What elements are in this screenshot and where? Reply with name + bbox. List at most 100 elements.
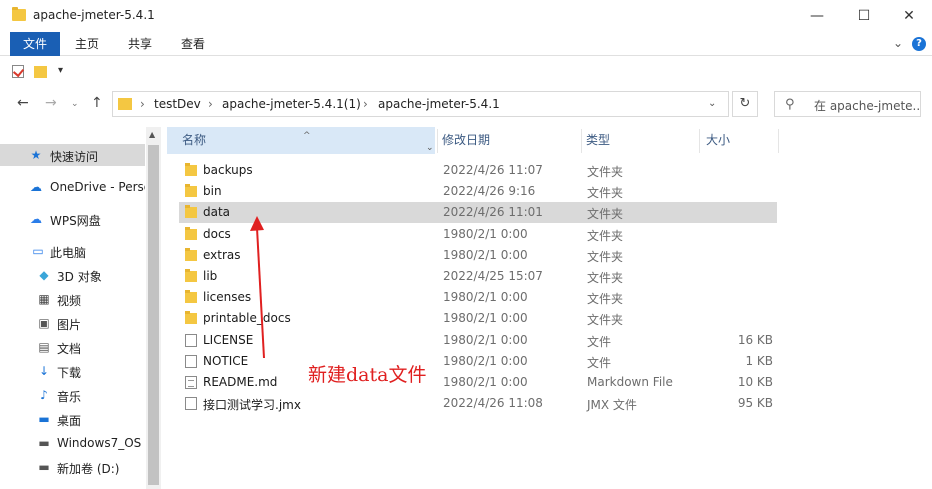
back-button[interactable]: ←: [17, 95, 29, 111]
column-date[interactable]: 修改日期: [440, 127, 580, 154]
folder-icon: [185, 290, 197, 304]
sidebar-item-label: 3D 对象: [57, 270, 102, 284]
file-row[interactable]: data 2022/4/26 11:01 文件夹: [179, 202, 777, 224]
breadcrumb-separator[interactable]: ›: [140, 97, 145, 111]
file-type: 文件夹: [587, 313, 624, 328]
file-row[interactable]: licenses 1980/2/1 0:00 文件夹: [179, 287, 777, 308]
breadcrumb-separator[interactable]: ›: [208, 97, 213, 111]
sidebar-item-5[interactable]: ▦ 视频: [0, 288, 145, 310]
sidebar-item-label: Windows7_OS: [57, 436, 142, 450]
column-divider[interactable]: [581, 129, 582, 153]
ribbon-tabs: 文件 主页 共享 查看 ⌄ ?: [0, 32, 932, 56]
tab-file[interactable]: 文件: [10, 32, 60, 56]
file-date: 2022/4/26 11:08: [443, 396, 543, 411]
navigation-bar: ← → ⌄ ↑ › testDev › apache-jmeter-5.4.1(…: [0, 88, 932, 122]
sidebar-scrollbar[interactable]: ▲: [146, 127, 161, 489]
file-name: printable_docs: [203, 311, 291, 326]
tab-share[interactable]: 共享: [116, 32, 164, 56]
file-row[interactable]: printable_docs 1980/2/1 0:00 文件夹: [179, 308, 777, 329]
sidebar-item-4[interactable]: ◆ 3D 对象: [0, 264, 145, 286]
folder-icon: [185, 247, 197, 261]
sidebar-item-label: 文档: [57, 342, 82, 356]
search-input[interactable]: ⚲ 在 apache-jmete...: [774, 91, 921, 117]
breadcrumb-jmeter[interactable]: apache-jmeter-5.4.1: [378, 97, 500, 111]
file-row[interactable]: bin 2022/4/26 9:16 文件夹: [179, 181, 777, 202]
file-row[interactable]: NOTICE 1980/2/1 0:00 文件 1 KB: [179, 351, 777, 372]
sidebar-item-12[interactable]: ▬ 新加卷 (D:): [0, 456, 145, 478]
maximize-button[interactable]: ☐: [841, 0, 887, 32]
column-type[interactable]: 类型: [584, 127, 696, 154]
sidebar-item-6[interactable]: ▣ 图片: [0, 312, 145, 334]
star-icon: ★: [30, 148, 42, 162]
file-type: 文件夹: [587, 271, 624, 285]
file-row[interactable]: LICENSE 1980/2/1 0:00 文件 16 KB: [179, 330, 777, 351]
scrollbar-thumb[interactable]: [148, 145, 159, 485]
file-row[interactable]: 接口测试学习.jmx 2022/4/26 11:08 JMX 文件 95 KB: [179, 393, 777, 414]
sidebar-item-label: 音乐: [57, 390, 82, 404]
file-row[interactable]: docs 1980/2/1 0:00 文件夹: [179, 224, 777, 245]
file-date: 2022/4/25 15:07: [443, 269, 543, 283]
customize-toolbar-icon[interactable]: ▾: [58, 65, 63, 76]
file-name: 接口测试学习.jmx: [203, 398, 301, 413]
new-folder-icon[interactable]: [34, 66, 47, 78]
file-name: LICENSE: [203, 332, 254, 347]
desktop-icon: ▬: [38, 412, 50, 426]
column-divider[interactable]: [699, 129, 700, 153]
sidebar-item-3[interactable]: ▭ 此电脑: [0, 240, 145, 262]
sidebar-item-9[interactable]: ♪ 音乐: [0, 384, 145, 406]
sidebar-item-label: 图片: [57, 318, 82, 332]
folder-icon: [118, 98, 132, 110]
sidebar-item-11[interactable]: ▬ Windows7_OS: [0, 432, 145, 454]
file-type: 文件夹: [587, 249, 624, 264]
address-bar[interactable]: › testDev › apache-jmeter-5.4.1(1) › apa…: [112, 91, 729, 117]
breadcrumb-jmeter-parent[interactable]: apache-jmeter-5.4.1(1): [222, 97, 361, 111]
sidebar-item-2[interactable]: ☁ WPS网盘: [0, 208, 145, 230]
up-button[interactable]: ↑: [91, 95, 103, 111]
file-type: 文件夹: [587, 207, 624, 222]
refresh-button[interactable]: ↻: [732, 91, 758, 117]
file-row[interactable]: extras 1980/2/1 0:00 文件夹: [179, 245, 777, 266]
scroll-up-icon[interactable]: ▲: [149, 130, 155, 139]
file-row[interactable]: backups 2022/4/26 11:07 文件夹: [179, 160, 777, 181]
column-size[interactable]: 大小: [702, 127, 782, 154]
file-size: 1 KB: [745, 353, 773, 368]
chevron-down-icon[interactable]: ⌄: [893, 36, 903, 50]
close-button[interactable]: ✕: [886, 0, 932, 32]
document-icon: ▤: [38, 340, 50, 354]
file-row[interactable]: lib 2022/4/25 15:07 文件夹: [179, 266, 777, 287]
minimize-button[interactable]: —: [794, 0, 840, 32]
help-icon[interactable]: ?: [912, 37, 926, 51]
tab-home[interactable]: 主页: [64, 32, 110, 56]
file-type: 文件夹: [587, 165, 624, 179]
file-size: 95 KB: [737, 396, 773, 411]
breadcrumb-testdev[interactable]: testDev: [154, 97, 201, 111]
column-divider[interactable]: [437, 129, 438, 153]
download-icon: ↓: [38, 364, 50, 378]
properties-icon[interactable]: [12, 65, 24, 78]
drive-icon: ▬: [38, 436, 50, 450]
column-name[interactable]: 名称 ^ ⌄: [167, 127, 435, 154]
sidebar-item-10[interactable]: ▬ 桌面: [0, 408, 145, 430]
sidebar-item-8[interactable]: ↓ 下载: [0, 360, 145, 382]
sidebar-item-1[interactable]: ☁ OneDrive - Perso: [0, 176, 145, 198]
column-divider[interactable]: [778, 129, 779, 153]
tab-view[interactable]: 查看: [170, 32, 216, 56]
folder-icon: [12, 7, 26, 21]
sidebar-item-7[interactable]: ▤ 文档: [0, 336, 145, 358]
forward-button[interactable]: →: [45, 95, 57, 111]
file-date: 1980/2/1 0:00: [443, 247, 528, 262]
recent-locations-button[interactable]: ⌄: [71, 99, 79, 109]
picture-icon: ▣: [38, 316, 50, 330]
chevron-down-icon[interactable]: ⌄: [426, 135, 434, 162]
computer-icon: ▭: [32, 244, 44, 258]
file-date: 1980/2/1 0:00: [443, 226, 528, 241]
chevron-down-icon[interactable]: ⌄: [708, 98, 716, 109]
sidebar-item-0[interactable]: ★ 快速访问: [0, 144, 145, 166]
sidebar-item-label: OneDrive - Perso: [50, 180, 145, 194]
file-name: backups: [203, 163, 253, 177]
file-row[interactable]: README.md 1980/2/1 0:00 Markdown File 10 KB: [179, 372, 777, 393]
sidebar-item-label: 此电脑: [50, 246, 87, 260]
cloud-icon: ☁: [30, 180, 42, 194]
navigation-pane: ★ 快速访问 ☁ OneDrive - Perso ☁ WPS网盘 ▭ 此电脑 ◆ 3D 对象 ▦ 视…: [0, 127, 161, 489]
breadcrumb-separator[interactable]: ›: [363, 97, 368, 111]
